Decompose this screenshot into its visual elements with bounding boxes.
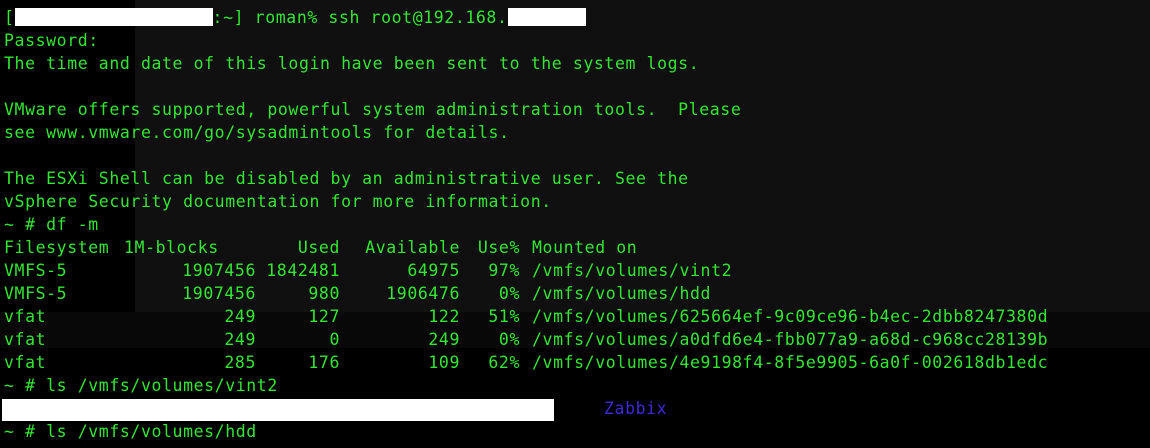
terminal-window[interactable]: [:~] roman% ssh root@192.168. Password: … [0, 0, 1150, 448]
vmware-notice-line1: VMware offers supported, powerful system… [4, 100, 742, 119]
ssh-command: ssh root@192.168. [328, 8, 508, 27]
df-cell-use-pct: 0% [498, 284, 520, 303]
df-cell-available: 109 [428, 353, 460, 372]
df-header-filesystem: Filesystem [4, 238, 110, 257]
df-header-use-pct: Use% [477, 238, 520, 257]
df-cell-available: 249 [428, 330, 460, 349]
df-cell-filesystem: VMFS-5 [4, 261, 68, 280]
prompt-line-ssh: [:~] roman% ssh root@192.168. [4, 6, 586, 29]
df-cell-available: 1906476 [386, 284, 460, 303]
df-cell-mounted: /vmfs/volumes/4e9198f4-8f5e9905-6a0f-002… [532, 353, 1049, 372]
df-cell-mounted: /vmfs/volumes/vint2 [532, 261, 733, 280]
df-cell-use-pct: 62% [488, 353, 520, 372]
df-row: VMFS-5 1907456 980 1906476 0% /vmfs/volumes/h… [4, 282, 711, 305]
df-cell-used: 1842481 [266, 261, 340, 280]
df-row: vfat 285 176 109 62% /vmfs/volumes/4e9198f4-8… [4, 351, 1048, 374]
command-ls-hdd: ~ # ls /vmfs/volumes/hdd [4, 422, 257, 441]
df-header-blocks: 1M-blocks [124, 238, 219, 257]
ls-item-zabbix: Zabbix [604, 399, 668, 418]
ls-output-line [2, 397, 554, 421]
password-prompt: Password: [4, 31, 99, 50]
login-notice: The time and date of this login have bee… [4, 54, 700, 73]
df-cell-used: 0 [329, 330, 340, 349]
esxi-notice-line1: The ESXi Shell can be disabled by an adm… [4, 169, 689, 188]
prompt-suffix: :~] roman% [212, 8, 329, 27]
df-cell-mounted: /vmfs/volumes/625664ef-9c09ce96-b4ec-2db… [532, 307, 1049, 326]
df-cell-blocks: 1907456 [182, 261, 256, 280]
df-cell-filesystem: VMFS-5 [4, 284, 68, 303]
command-ls-vint2: ~ # ls /vmfs/volumes/vint2 [4, 376, 278, 395]
df-cell-blocks: 249 [224, 307, 256, 326]
df-cell-blocks: 249 [224, 330, 256, 349]
df-cell-filesystem: vfat [4, 307, 47, 326]
df-row: vfat 249 127 122 51% /vmfs/volumes/625664ef-9… [4, 305, 1048, 328]
command-df: ~ # df -m [4, 215, 99, 234]
df-cell-use-pct: 97% [488, 261, 520, 280]
vmware-notice-line2: see www.vmware.com/go/sysadmintools for … [4, 123, 510, 142]
redacted-ip-suffix [507, 7, 586, 26]
df-cell-used: 176 [308, 353, 340, 372]
df-cell-blocks: 1907456 [182, 284, 256, 303]
redacted-directory-entry [2, 398, 554, 421]
df-row: vfat 249 0 249 0% /vmfs/volumes/a0dfd6e4-fbb0… [4, 328, 1048, 351]
esxi-notice-line2: vSphere Security documentation for more … [4, 192, 552, 211]
df-cell-filesystem: vfat [4, 330, 47, 349]
df-cell-filesystem: vfat [4, 353, 47, 372]
df-row: VMFS-5 1907456 1842481 64975 97% /vmfs/volume… [4, 259, 732, 282]
df-header-available: Available [365, 238, 460, 257]
df-cell-available: 64975 [407, 261, 460, 280]
df-cell-mounted: /vmfs/volumes/hdd [532, 284, 712, 303]
df-cell-available: 122 [428, 307, 460, 326]
redacted-hostname [14, 7, 213, 26]
df-cell-use-pct: 0% [498, 330, 520, 349]
df-cell-used: 127 [308, 307, 340, 326]
df-cell-blocks: 285 [224, 353, 256, 372]
df-header-used: Used [297, 238, 340, 257]
df-cell-mounted: /vmfs/volumes/a0dfd6e4-fbb077a9-a68d-c96… [532, 330, 1049, 349]
df-cell-used: 980 [308, 284, 340, 303]
df-header-row: Filesystem 1M-blocks Used Available Use% Moun… [4, 236, 637, 259]
df-cell-use-pct: 51% [488, 307, 520, 326]
df-header-mounted: Mounted on [532, 238, 638, 257]
